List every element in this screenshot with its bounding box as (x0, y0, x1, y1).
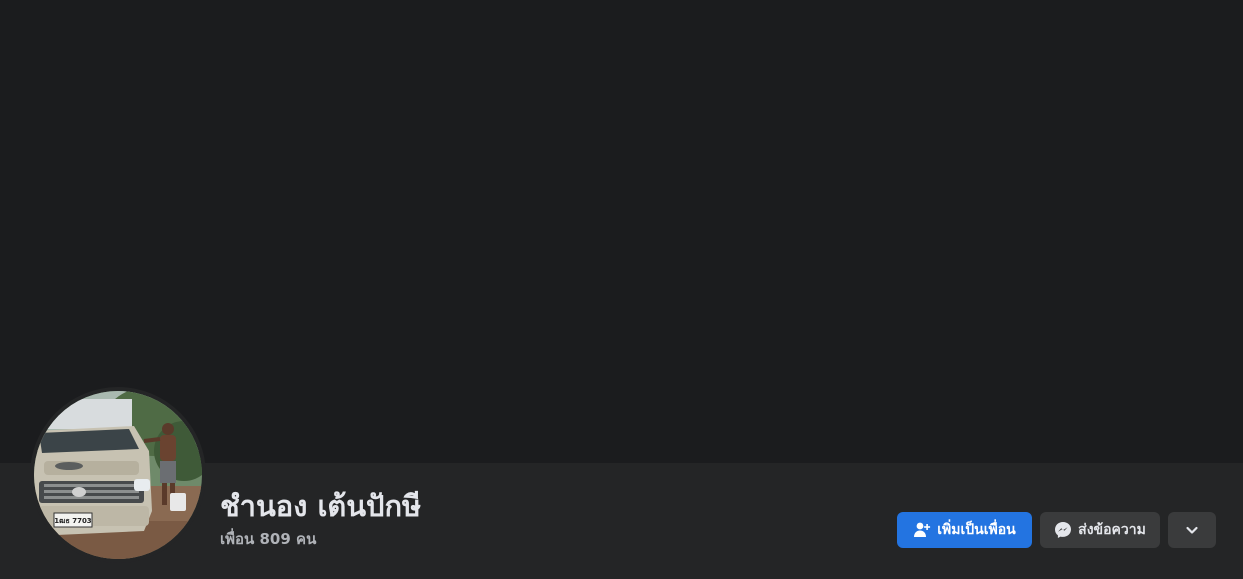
profile-name: ชำนอง เต้นปักษี (220, 489, 422, 523)
license-plate-text: 1ฒธ 7703 (54, 517, 92, 525)
profile-page: 1ฒธ 7703 ชำนอง เต้นปักษี เพื่อน 809 คน เ… (0, 0, 1243, 579)
cover-photo[interactable] (0, 0, 1243, 463)
profile-photo-image: 1ฒธ 7703 (34, 391, 202, 559)
person-add-icon (913, 521, 931, 539)
more-options-button[interactable] (1168, 512, 1216, 548)
send-message-button[interactable]: ส่งข้อความ (1040, 512, 1160, 548)
profile-picture[interactable]: 1ฒธ 7703 (34, 391, 202, 559)
chevron-down-icon (1183, 521, 1201, 539)
messenger-icon (1054, 521, 1072, 539)
send-message-label: ส่งข้อความ (1078, 522, 1146, 538)
profile-picture-frame: 1ฒธ 7703 (30, 387, 206, 563)
add-friend-label: เพิ่มเป็นเพื่อน (937, 522, 1016, 538)
add-friend-button[interactable]: เพิ่มเป็นเพื่อน (897, 512, 1032, 548)
friends-count-link[interactable]: เพื่อน 809 คน (220, 528, 316, 550)
